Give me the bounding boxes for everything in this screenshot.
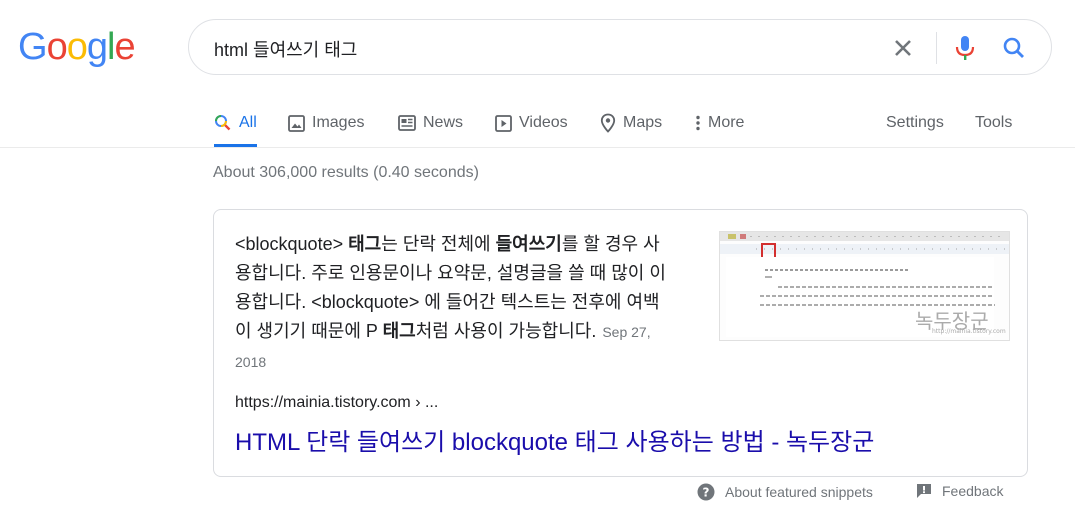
tab-label: Images (312, 114, 365, 131)
logo-letter: o (46, 26, 68, 68)
clear-icon[interactable] (889, 34, 917, 62)
tab-label: Videos (519, 114, 568, 131)
google-logo[interactable]: Google (18, 26, 136, 69)
tab-label: News (423, 114, 464, 131)
news-icon (398, 115, 416, 131)
snippet-segment: 처럼 사용이 가능합니다. (415, 321, 597, 341)
about-label: About featured snippets (725, 484, 873, 500)
svg-text:http://mainia.tistory.com: http://mainia.tistory.com (932, 328, 1006, 335)
tab-label: Settings (886, 114, 944, 131)
search-icon[interactable] (1001, 34, 1027, 62)
search-divider (936, 32, 937, 64)
snippet-bold: 태그 (348, 234, 382, 254)
tab-label: Tools (975, 114, 1013, 131)
logo-letter: e (114, 26, 135, 68)
tab-settings[interactable]: Settings (886, 100, 944, 146)
feedback-icon (917, 484, 931, 498)
snippet-segment: <blockquote> (235, 234, 349, 254)
feedback-label: Feedback (942, 483, 1004, 499)
map-pin-icon (600, 113, 616, 133)
snippet-text: <blockquote> 태그는 단락 전체에 들여쓰기를 할 경우 사용합니다… (235, 230, 670, 377)
tab-all[interactable]: All (214, 100, 257, 147)
search-tabs: All Images News Videos Maps More Setting… (201, 100, 1075, 148)
logo-letter: l (106, 26, 116, 68)
tab-more[interactable]: More (695, 100, 744, 146)
tab-tools[interactable]: Tools (975, 100, 1012, 146)
image-icon (288, 114, 305, 132)
snippet-thumbnail[interactable]: 녹두장군 http://mainia.tistory.com (719, 231, 1010, 341)
svg-text:?: ? (703, 486, 710, 500)
tab-label: More (708, 114, 745, 131)
tab-maps[interactable]: Maps (600, 100, 662, 146)
more-vertical-icon (696, 115, 700, 131)
snippet-bold: 태그 (382, 321, 416, 341)
featured-snippet: <blockquote> 태그는 단락 전체에 들여쓰기를 할 경우 사용합니다… (213, 209, 1028, 477)
search-icon (215, 115, 231, 131)
logo-letter: g (86, 26, 108, 68)
play-icon (495, 114, 512, 132)
tabs-divider (0, 147, 1075, 148)
logo-letter: G (18, 26, 48, 68)
search-input[interactable]: html 들여쓰기 태그 (214, 36, 357, 62)
result-url[interactable]: https://mainia.tistory.com › ... (235, 394, 438, 412)
microphone-icon[interactable] (953, 34, 977, 62)
about-featured-snippets-link[interactable]: ? About featured snippets (697, 483, 873, 501)
feedback-link[interactable]: Feedback (916, 483, 1003, 499)
snippet-segment: 는 단락 전체에 (381, 234, 496, 254)
tab-label: Maps (623, 114, 663, 131)
tab-news[interactable]: News (398, 100, 463, 146)
result-stats: About 306,000 results (0.40 seconds) (213, 164, 479, 181)
logo-letter: o (66, 26, 88, 68)
tab-videos[interactable]: Videos (495, 100, 568, 146)
result-title-link[interactable]: HTML 단락 들여쓰기 blockquote 태그 사용하는 방법 - 녹두장… (235, 422, 874, 457)
snippet-bold: 들여쓰기 (495, 234, 562, 254)
tab-label: All (239, 114, 257, 131)
search-box[interactable]: html 들여쓰기 태그 (188, 19, 1052, 75)
tab-images[interactable]: Images (288, 100, 364, 146)
help-icon: ? (697, 483, 715, 501)
